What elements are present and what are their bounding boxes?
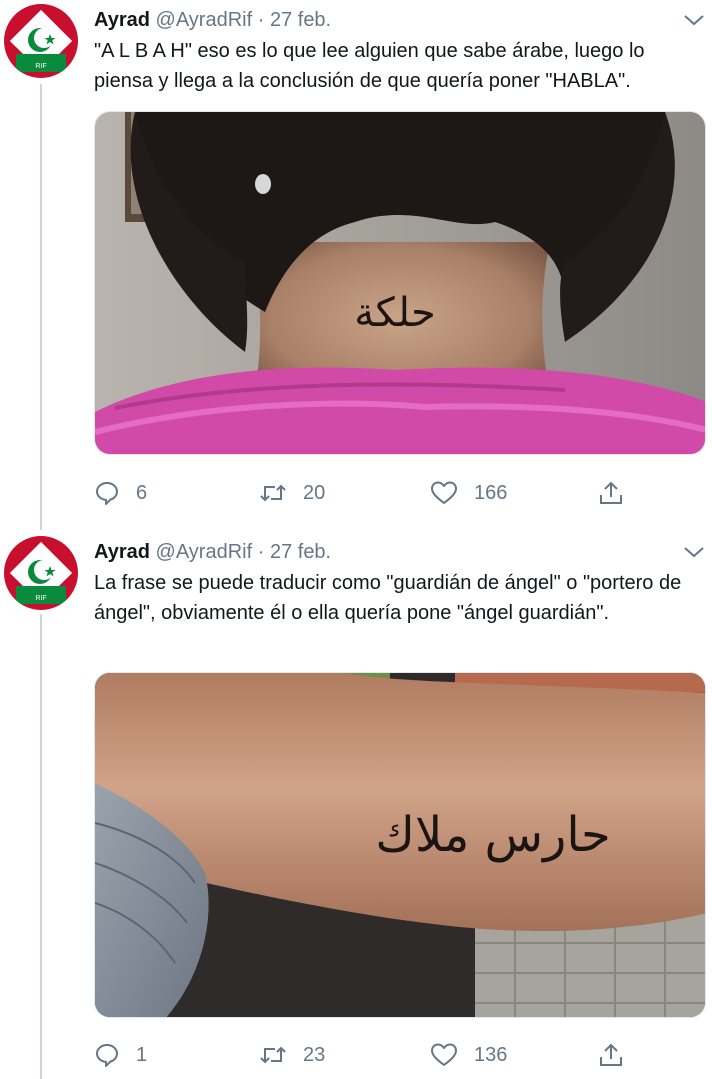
share-upload-icon <box>600 1043 622 1066</box>
tweet-text: La frase se puede traducir como "guardiá… <box>94 572 682 624</box>
speech-bubble-icon <box>96 1044 118 1067</box>
separator: · <box>257 541 265 563</box>
avatar-label: RIF <box>35 63 46 70</box>
reply-button[interactable]: 1 <box>94 1040 147 1070</box>
reply-count: 1 <box>136 1043 148 1066</box>
author-name[interactable]: Ayrad <box>94 9 150 31</box>
tweet-photo[interactable]: حارس ملاك <box>94 672 706 1018</box>
tweet-date[interactable]: 27 feb. <box>270 9 331 31</box>
tattoo-text: حارس ملاك <box>375 807 610 863</box>
tweet-header: Ayrad @AyradRif · 27 feb. <box>94 6 712 34</box>
retweet-count: 23 <box>303 1043 326 1066</box>
tweet-text: "A L B A H" eso es lo que lee alguien qu… <box>94 40 645 92</box>
chevron-down-icon[interactable] <box>682 542 706 562</box>
avatar[interactable]: RIF <box>4 4 78 78</box>
author-handle[interactable]: @AyradRif <box>156 541 253 563</box>
heart-icon <box>431 1043 457 1066</box>
share-button[interactable] <box>598 1040 624 1070</box>
like-count: 166 <box>474 481 508 504</box>
speech-bubble-icon <box>96 482 118 505</box>
tweet-actions: 6 20 166 <box>94 478 706 508</box>
retweet-icon <box>260 1046 286 1064</box>
author-handle[interactable]: @AyradRif <box>156 9 253 31</box>
tweet-header: Ayrad @AyradRif · 27 feb. <box>94 538 712 566</box>
avatar-label: RIF <box>35 595 46 602</box>
share-upload-icon <box>600 481 622 504</box>
separator: · <box>257 9 265 31</box>
like-button[interactable]: 166 <box>430 478 507 508</box>
share-button[interactable] <box>598 478 624 508</box>
tweet[interactable]: RIF Ayrad @AyradRif · 27 feb. "A L B A H… <box>0 0 712 530</box>
like-count: 136 <box>474 1043 508 1066</box>
retweet-icon <box>260 484 286 502</box>
tweet-actions: 1 23 136 <box>94 1040 706 1070</box>
tweet-date[interactable]: 27 feb. <box>270 541 331 563</box>
tattoo-text: حلكة <box>354 290 436 336</box>
heart-icon <box>431 481 457 504</box>
reply-button[interactable]: 6 <box>94 478 147 508</box>
reply-count: 6 <box>136 481 148 504</box>
tweet[interactable]: RIF Ayrad @AyradRif · 27 feb. La frase s… <box>0 532 712 1079</box>
retweet-count: 20 <box>303 481 326 504</box>
like-button[interactable]: 136 <box>430 1040 507 1070</box>
author-name[interactable]: Ayrad <box>94 541 150 563</box>
retweet-button[interactable]: 20 <box>259 478 325 508</box>
chevron-down-icon[interactable] <box>682 10 706 30</box>
retweet-button[interactable]: 23 <box>259 1040 325 1070</box>
tweet-photo[interactable]: حلكة <box>94 111 706 455</box>
avatar[interactable]: RIF <box>4 536 78 610</box>
